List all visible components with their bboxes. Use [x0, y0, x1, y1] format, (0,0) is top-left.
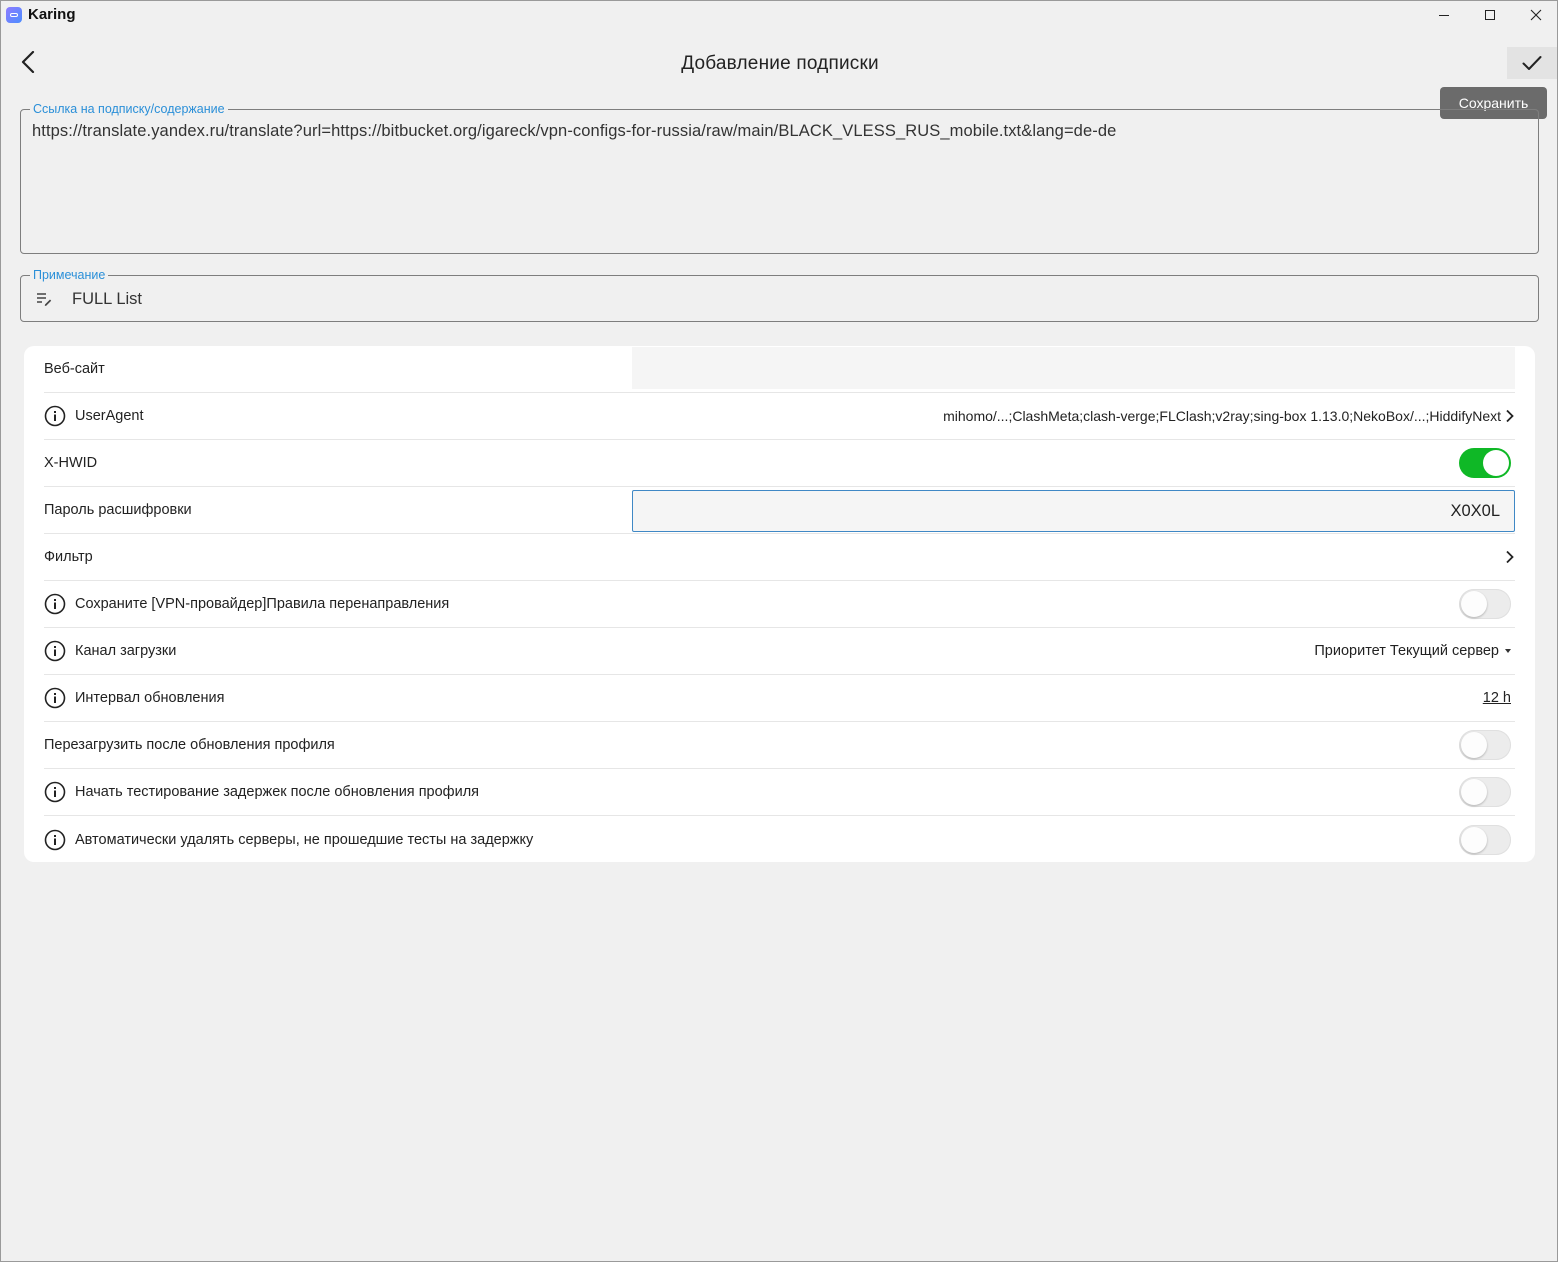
info-icon[interactable]: [44, 781, 66, 803]
note-value[interactable]: FULL List: [72, 290, 142, 309]
info-icon[interactable]: [44, 405, 66, 427]
maximize-button[interactable]: [1467, 1, 1513, 29]
update-interval-row: Интервал обновления 12 h: [44, 675, 1515, 722]
download-channel-dropdown[interactable]: Приоритет Текущий сервер: [1314, 628, 1515, 674]
save-button[interactable]: [1507, 47, 1557, 79]
filter-row[interactable]: Фильтр: [44, 534, 1515, 581]
latency-test-label: Начать тестирование задержек после обнов…: [75, 784, 480, 800]
settings-card: Веб-сайт UserAgent mihomo/...;ClashMeta;…: [24, 346, 1535, 862]
user-agent-value: mihomo/...;ClashMeta;clash-verge;FLClash…: [943, 408, 1501, 424]
subscription-url-field[interactable]: Ссылка на подписку/содержание https://tr…: [20, 101, 1539, 254]
close-icon: [1530, 9, 1542, 21]
download-channel-row: Канал загрузки Приоритет Текущий сервер: [44, 628, 1515, 675]
update-interval-label: Интервал обновления: [75, 690, 225, 706]
website-row: Веб-сайт: [44, 346, 1515, 393]
website-label: Веб-сайт: [44, 361, 105, 377]
filter-label: Фильтр: [44, 549, 93, 565]
title-bar[interactable]: Karing: [1, 1, 1557, 29]
info-icon[interactable]: [44, 829, 66, 851]
download-channel-label: Канал загрузки: [75, 643, 177, 659]
maximize-icon: [1485, 10, 1495, 20]
keep-vpn-rules-row: Сохраните [VPN-провайдер]Правила перенап…: [44, 581, 1515, 628]
karing-app-icon: [6, 7, 22, 23]
chevron-right-icon: [1506, 550, 1514, 564]
x-hwid-toggle[interactable]: [1459, 448, 1511, 478]
x-hwid-row: X-HWID: [44, 440, 1515, 487]
auto-remove-toggle[interactable]: [1459, 824, 1511, 855]
window-title: Karing: [28, 6, 76, 23]
subscription-url-label: Ссылка на подписку/содержание: [30, 101, 228, 117]
auto-remove-row: Автоматически удалять серверы, не прошед…: [44, 816, 1515, 863]
minimize-icon: [1439, 14, 1449, 16]
note-label: Примечание: [30, 267, 109, 283]
download-channel-value: Приоритет Текущий сервер: [1314, 643, 1499, 659]
chevron-right-icon: [1506, 409, 1514, 423]
reload-after-update-row: Перезагрузить после обновления профиля: [44, 722, 1515, 769]
subscription-url-value[interactable]: https://translate.yandex.ru/translate?ur…: [32, 122, 1116, 141]
edit-note-icon: [37, 293, 52, 306]
caret-down-icon: [1505, 649, 1511, 653]
user-agent-row[interactable]: UserAgent mihomo/...;ClashMeta;clash-ver…: [44, 393, 1515, 440]
website-input[interactable]: [632, 347, 1515, 389]
note-field[interactable]: Примечание FULL List: [20, 267, 1539, 322]
app-window: Karing Добавление подписки Сохранить Ссы…: [0, 0, 1558, 1262]
latency-test-toggle[interactable]: [1459, 777, 1511, 807]
close-button[interactable]: [1513, 1, 1558, 29]
decrypt-password-row: Пароль расшифровки: [44, 487, 1515, 534]
decrypt-password-label: Пароль расшифровки: [44, 502, 192, 518]
keep-vpn-rules-label: Сохраните [VPN-провайдер]Правила перенап…: [75, 596, 450, 612]
page-title: Добавление подписки: [681, 53, 879, 74]
info-icon[interactable]: [44, 593, 66, 615]
reload-after-update-toggle[interactable]: [1459, 730, 1511, 760]
decrypt-password-input[interactable]: [632, 490, 1515, 532]
info-icon[interactable]: [44, 687, 66, 709]
x-hwid-label: X-HWID: [44, 455, 98, 471]
user-agent-label: UserAgent: [75, 408, 144, 424]
minimize-button[interactable]: [1421, 1, 1467, 29]
reload-after-update-label: Перезагрузить после обновления профиля: [44, 737, 335, 753]
check-icon: [1522, 56, 1542, 70]
auto-remove-label: Автоматически удалять серверы, не прошед…: [75, 831, 534, 848]
keep-vpn-rules-toggle[interactable]: [1459, 589, 1511, 619]
latency-test-row: Начать тестирование задержек после обнов…: [44, 769, 1515, 816]
update-interval-value[interactable]: 12 h: [1483, 690, 1511, 706]
info-icon[interactable]: [44, 640, 66, 662]
